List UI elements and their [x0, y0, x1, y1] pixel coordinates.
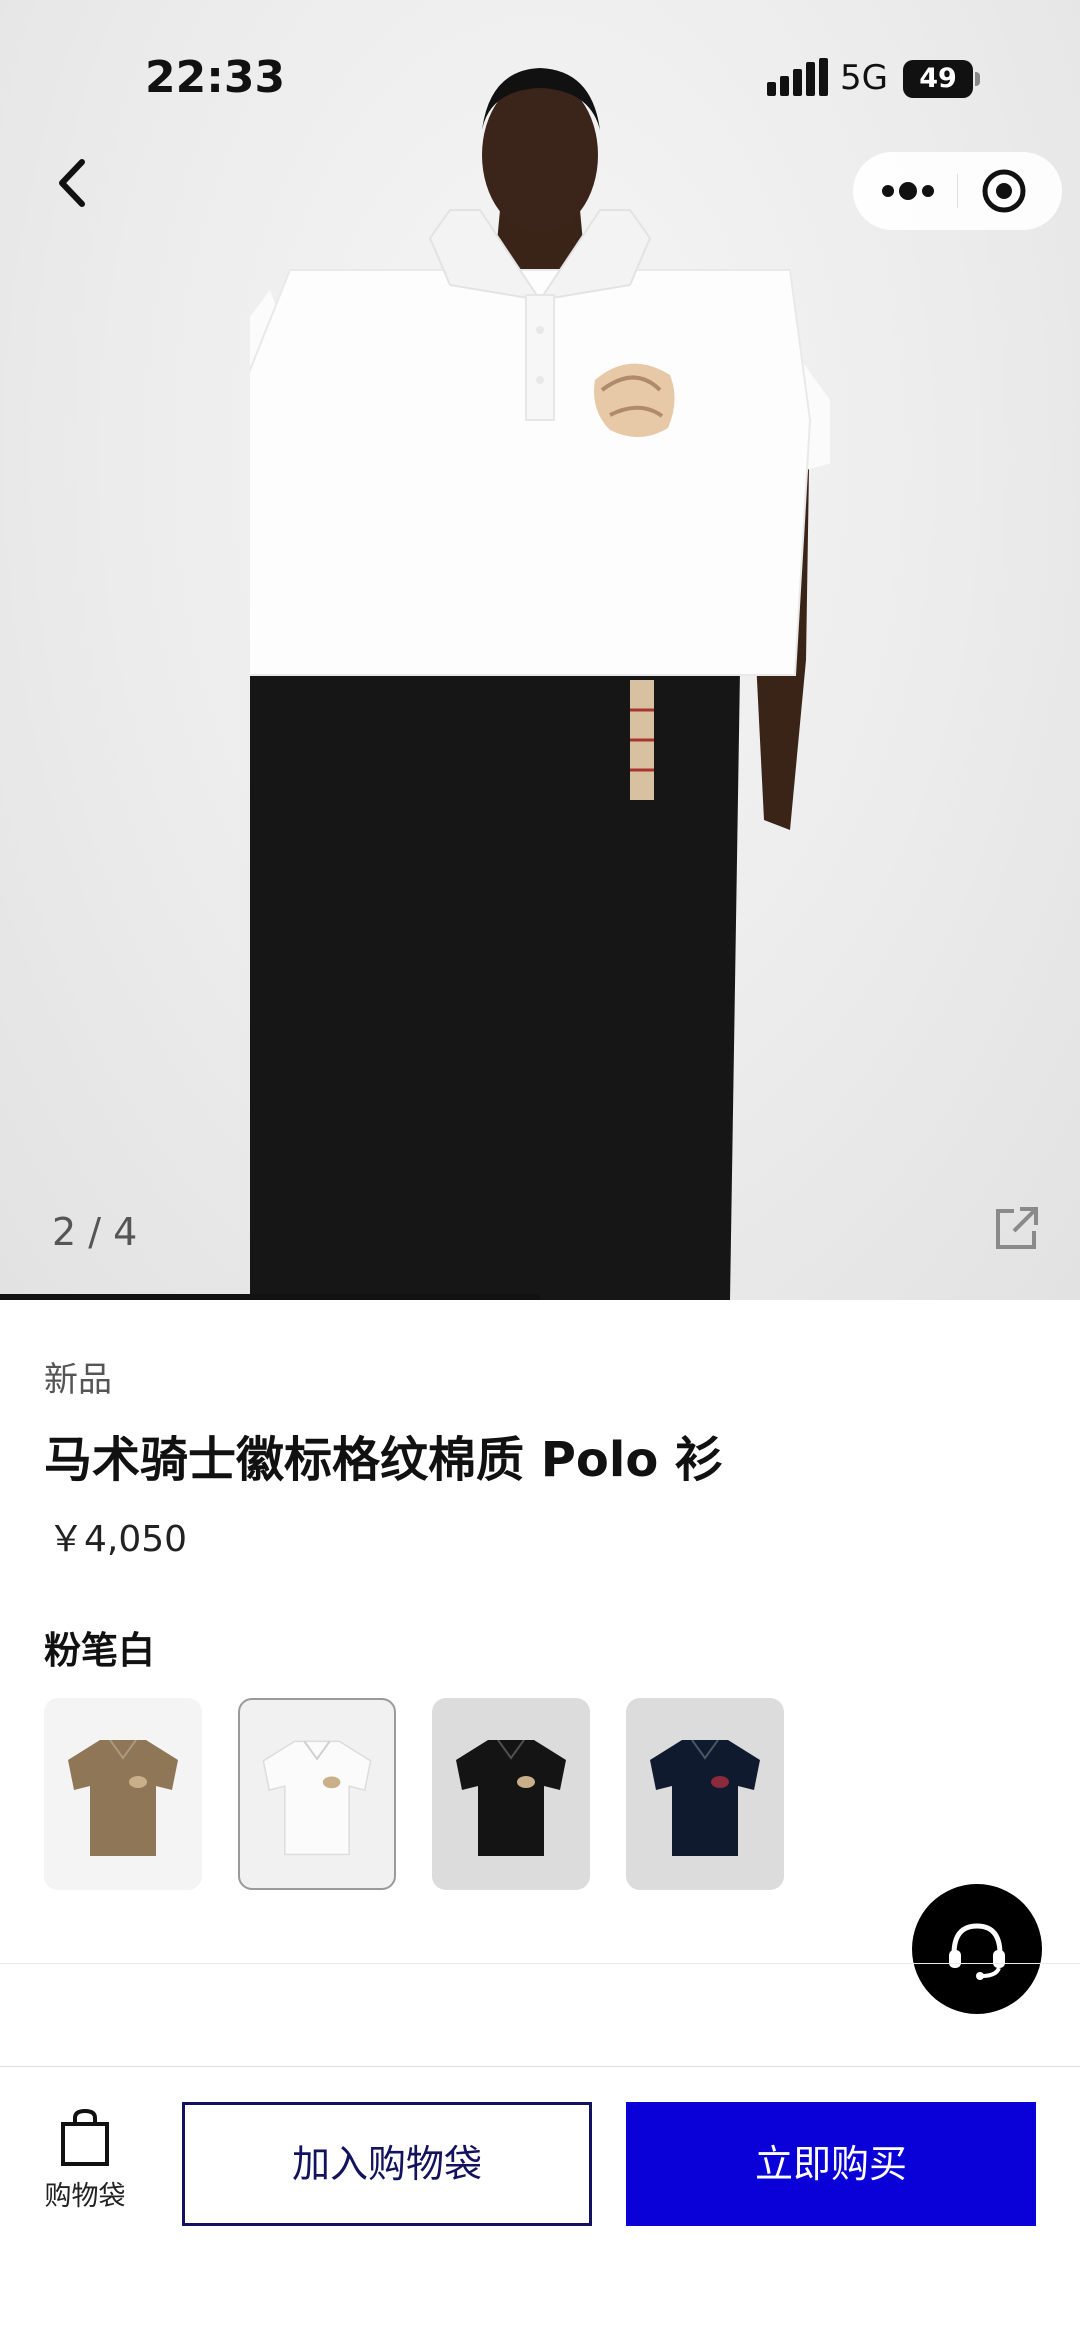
headset-icon: [949, 1923, 1005, 1980]
color-swatch[interactable]: [432, 1698, 590, 1890]
battery-level: 49: [903, 60, 973, 98]
capsule-divider: [957, 174, 958, 208]
section-divider: [0, 1963, 1080, 1964]
target-close-icon[interactable]: [981, 168, 1027, 214]
status-bar: 22:33 5G 49: [0, 0, 1080, 160]
polo-thumbnail: [262, 1740, 372, 1856]
status-time: 22:33: [145, 52, 286, 103]
product-price: ￥4,050: [48, 1519, 188, 1560]
shopping-bag-label: 购物袋: [44, 2181, 126, 2212]
color-swatch[interactable]: [238, 1698, 396, 1890]
polo-thumbnail: [650, 1739, 760, 1856]
shopping-bag-tab[interactable]: 购物袋: [30, 2108, 140, 2218]
chevron-left-icon[interactable]: [48, 150, 96, 216]
color-swatch[interactable]: [626, 1698, 784, 1890]
polo-thumbnail: [456, 1739, 566, 1856]
share-icon[interactable]: [994, 1205, 1040, 1251]
more-dots-icon[interactable]: [873, 164, 943, 218]
battery-icon: 49: [903, 60, 981, 98]
new-tag: 新品: [44, 1360, 112, 1400]
add-to-bag-button[interactable]: 加入购物袋: [182, 2102, 592, 2226]
color-swatch[interactable]: [44, 1698, 202, 1890]
mini-program-capsule: [853, 152, 1062, 230]
battery-tip: [975, 72, 980, 86]
shopping-bag-icon: [61, 2108, 109, 2166]
product-title: 马术骑士徽标格纹棉质 Polo 衫: [44, 1432, 724, 1488]
network-type: 5G: [840, 58, 888, 98]
signal-icon: [767, 58, 828, 96]
gallery-counter: 2 / 4: [52, 1210, 138, 1254]
buy-now-button[interactable]: 立即购买: [626, 2102, 1036, 2226]
product-photo: [250, 68, 830, 1300]
polo-thumbnail: [68, 1739, 178, 1856]
gallery-progress-fill: [0, 1294, 540, 1300]
bottom-bar-divider: [0, 2066, 1080, 2067]
customer-service-button[interactable]: [912, 1884, 1042, 2014]
selected-color-name: 粉笔白: [44, 1629, 155, 1672]
